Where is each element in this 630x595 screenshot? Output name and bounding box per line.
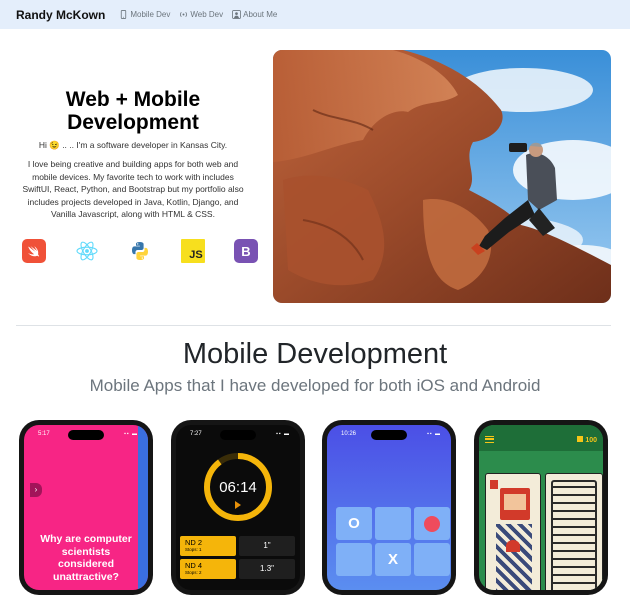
phone-screen: 5:17 ▪▪ ▬ › Why are computer scientists … — [24, 425, 148, 590]
status-time: 7:27 — [190, 431, 202, 437]
signal-battery-icon: ▪▪ ▬ — [276, 431, 290, 437]
hero-intro: Web + Mobile Development Hi 😉 .. .. I'm … — [18, 88, 248, 221]
nav-link-label: Web Dev — [190, 10, 224, 19]
swift-icon — [22, 239, 46, 263]
play-icon[interactable] — [235, 501, 241, 509]
phone-joke-app[interactable]: 5:17 ▪▪ ▬ › Why are computer scientists … — [19, 420, 153, 595]
phone-screen: 10:26 ▪▪ ▬ O X — [327, 425, 451, 590]
lap-value: 1" — [239, 536, 295, 556]
phone-tictactoe-app[interactable]: 10:26 ▪▪ ▬ O X — [322, 420, 456, 595]
board-cell[interactable] — [375, 507, 411, 540]
nav-link-label: About Me — [243, 10, 278, 19]
hero-photo — [273, 50, 611, 303]
lap-sub: Stops: 1 — [185, 547, 202, 552]
phone-stopwatch-app[interactable]: 7:27 ▪▪ ▬ 06:14 ND 2 Stops: 1 1" ND 4 St… — [171, 420, 305, 595]
board-cell[interactable] — [414, 507, 450, 540]
playing-card-back[interactable] — [545, 473, 603, 590]
nav-link-web-dev[interactable]: Web Dev — [179, 10, 223, 19]
phone-screen: 100 — [479, 425, 603, 590]
playing-card-king[interactable] — [485, 473, 541, 590]
brand-link[interactable]: Randy McKown — [16, 8, 105, 22]
bootstrap-label: B — [241, 243, 251, 259]
hero-greeting: Hi 😉 .. .. I'm a software developer in K… — [38, 140, 228, 150]
nav-link-mobile-dev[interactable]: Mobile Dev — [119, 10, 170, 19]
nav-link-label: Mobile Dev — [130, 10, 171, 19]
mobile-dev-subtitle: Mobile Apps that I have developed for bo… — [89, 376, 541, 395]
broadcast-icon — [180, 12, 188, 17]
status-time: 5:17 — [38, 431, 50, 437]
hero-title-line2: Development — [67, 111, 199, 134]
dynamic-island — [371, 430, 407, 440]
score-value: 100 — [585, 437, 597, 444]
red-dot-marker — [424, 516, 440, 532]
javascript-icon: JS — [181, 239, 205, 263]
section-divider — [16, 325, 611, 326]
card-edge — [138, 425, 148, 590]
hero-title-line1: Web + Mobile — [65, 88, 201, 111]
javascript-label: JS — [189, 249, 203, 261]
board-cell[interactable] — [336, 543, 372, 576]
lap-name: ND 2 — [185, 538, 203, 547]
dynamic-island — [68, 430, 104, 440]
hero-photo-illustration — [273, 50, 611, 303]
person-icon — [232, 10, 241, 19]
status-time: 10:26 — [341, 431, 357, 437]
nav-link-about-me[interactable]: About Me — [232, 10, 277, 19]
hero-body: I love being creative and building apps … — [22, 159, 244, 219]
board-cell[interactable]: O — [336, 507, 372, 540]
lap-row: ND 2 Stops: 1 — [180, 536, 236, 556]
tech-icons-row: JS B — [22, 239, 258, 263]
joke-text: Why are computer scientists considered u… — [40, 533, 132, 583]
lap-name: ND 4 — [185, 561, 203, 570]
phone-card-game-app[interactable]: 100 — [474, 420, 608, 595]
bootstrap-icon: B — [234, 239, 258, 263]
react-icon — [75, 239, 99, 263]
dynamic-island — [220, 430, 256, 440]
score-badge: 100 — [577, 436, 597, 444]
timer-value: 06:14 — [219, 479, 257, 496]
phone-screen: 7:27 ▪▪ ▬ 06:14 ND 2 Stops: 1 1" ND 4 St… — [176, 425, 300, 590]
lap-sub: Stops: 2 — [185, 570, 202, 575]
mobile-dev-title: Mobile Development — [182, 338, 448, 370]
menu-icon[interactable] — [485, 436, 494, 443]
phone-icon — [121, 10, 127, 19]
navbar: Randy McKown Mobile Dev Web Dev About Me — [0, 0, 630, 29]
python-icon — [128, 239, 152, 263]
hero-title: Web + Mobile Development — [18, 88, 248, 134]
lap-row: ND 4 Stops: 2 — [180, 559, 236, 579]
signal-battery-icon: ▪▪ ▬ — [124, 431, 138, 437]
signal-battery-icon: ▪▪ ▬ — [427, 431, 441, 437]
board-cell[interactable]: X — [375, 543, 411, 576]
chevron-right-icon[interactable]: › — [30, 483, 42, 497]
lap-value: 1.3" — [239, 559, 295, 579]
board-cell[interactable] — [414, 543, 450, 576]
